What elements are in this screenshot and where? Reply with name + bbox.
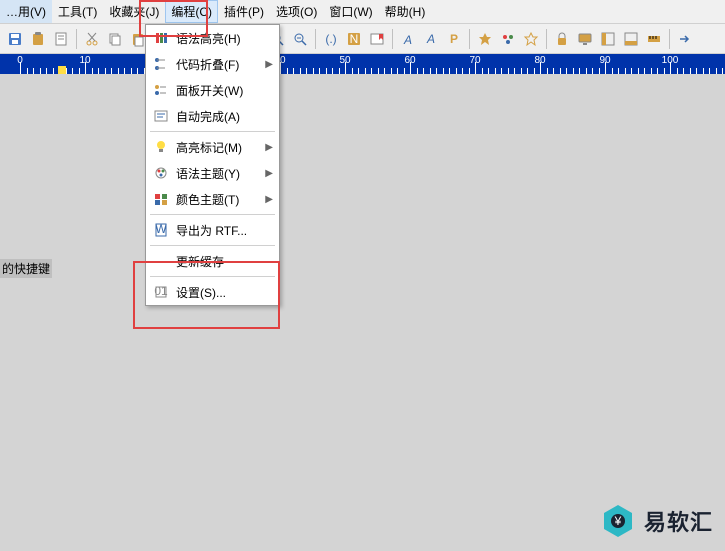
svg-text:A: A [426, 32, 435, 46]
menu-plugins[interactable]: 插件(P) [218, 0, 270, 23]
chevron-right-icon: ▶ [265, 194, 273, 205]
menu-refresh-cache[interactable]: 更新缓存 [146, 248, 279, 274]
bulb-icon [152, 138, 170, 156]
menu-syntax-highlight[interactable]: 语法高亮(H) [146, 25, 279, 51]
svg-text:W: W [155, 222, 167, 236]
menu-view[interactable]: …用(V) [0, 0, 52, 23]
palette-icon[interactable] [497, 28, 519, 50]
n-icon[interactable]: N [343, 28, 365, 50]
fold-icon [152, 55, 170, 73]
content-area: 的快捷键 [0, 74, 725, 549]
chevron-right-icon: ▶ [265, 168, 273, 179]
menu-window[interactable]: 窗口(W) [323, 0, 378, 23]
menu-help[interactable]: 帮助(H) [379, 0, 432, 23]
menu-programming[interactable]: 编程(C) [165, 0, 218, 23]
menubar: …用(V) 工具(T) 收藏夹(J) 编程(C) 插件(P) 选项(O) 窗口(… [0, 0, 725, 24]
ruler-icon[interactable] [643, 28, 665, 50]
arrow-icon[interactable] [674, 28, 696, 50]
settings-icon: 01 [152, 283, 170, 301]
copy-icon[interactable] [104, 28, 126, 50]
autocomplete-icon [152, 107, 170, 125]
svg-text:A: A [403, 33, 412, 47]
chevron-right-icon: ▶ [265, 59, 273, 70]
menu-options[interactable]: 选项(O) [270, 0, 323, 23]
dropdown-separator [150, 276, 275, 277]
dropdown-separator [150, 245, 275, 246]
lock-icon[interactable] [551, 28, 573, 50]
text-a-icon[interactable]: A [397, 28, 419, 50]
star-icon[interactable] [474, 28, 496, 50]
star2-icon[interactable] [520, 28, 542, 50]
watermark: ¥ 易软汇 [600, 503, 713, 539]
watermark-logo-icon: ¥ [600, 503, 636, 539]
menu-settings[interactable]: 01设置(S)... [146, 279, 279, 305]
menu-favorites[interactable]: 收藏夹(J) [103, 0, 165, 23]
svg-text:N: N [350, 32, 359, 46]
text-a-small-icon[interactable]: A [420, 28, 442, 50]
menu-code-fold[interactable]: 代码折叠(F)▶ [146, 51, 279, 77]
zoom-out-icon[interactable] [289, 28, 311, 50]
bookmark-icon[interactable] [366, 28, 388, 50]
menu-color-theme[interactable]: 颜色主题(T)▶ [146, 186, 279, 212]
braces-icon[interactable]: (.) [320, 28, 342, 50]
watermark-text: 易软汇 [644, 505, 713, 537]
monitor-icon[interactable] [574, 28, 596, 50]
syntax-theme-icon [152, 164, 170, 182]
clipboard-icon[interactable] [27, 28, 49, 50]
dropdown-separator [150, 131, 275, 132]
menu-syntax-theme[interactable]: 语法主题(Y)▶ [146, 160, 279, 186]
color-theme-icon [152, 190, 170, 208]
programming-dropdown: 语法高亮(H) 代码折叠(F)▶ 面板开关(W) 自动完成(A) 高亮标记(M)… [145, 24, 280, 306]
toolbar-separator [76, 29, 77, 49]
menu-panel-toggle[interactable]: 面板开关(W) [146, 77, 279, 103]
menu-autocomplete[interactable]: 自动完成(A) [146, 103, 279, 129]
panel2-icon[interactable] [620, 28, 642, 50]
menu-highlight-mark[interactable]: 高亮标记(M)▶ [146, 134, 279, 160]
chevron-right-icon: ▶ [265, 142, 273, 153]
toolbar-separator [392, 29, 393, 49]
save-icon[interactable] [4, 28, 26, 50]
svg-text:¥: ¥ [614, 514, 622, 528]
cut-icon[interactable] [81, 28, 103, 50]
toolbar-separator [315, 29, 316, 49]
toolbar-separator [546, 29, 547, 49]
word-icon: W [152, 221, 170, 239]
text-p-icon[interactable]: P [443, 28, 465, 50]
file-icon[interactable] [50, 28, 72, 50]
ruler: 0102030405060708090100110 [0, 54, 725, 74]
toolbar-separator [669, 29, 670, 49]
shortcut-text: 的快捷键 [0, 259, 52, 278]
menu-export-rtf[interactable]: W导出为 RTF... [146, 217, 279, 243]
toolbar: (.) N A A P [0, 24, 725, 54]
svg-text:P: P [450, 32, 458, 46]
svg-text:01: 01 [154, 284, 168, 298]
panel-icon[interactable] [597, 28, 619, 50]
toolbar-separator [469, 29, 470, 49]
dropdown-separator [150, 214, 275, 215]
svg-text:(.): (.) [325, 32, 336, 46]
highlight-icon [152, 29, 170, 47]
menu-tools[interactable]: 工具(T) [52, 0, 103, 23]
panel-toggle-icon [152, 81, 170, 99]
refresh-icon [152, 252, 170, 270]
